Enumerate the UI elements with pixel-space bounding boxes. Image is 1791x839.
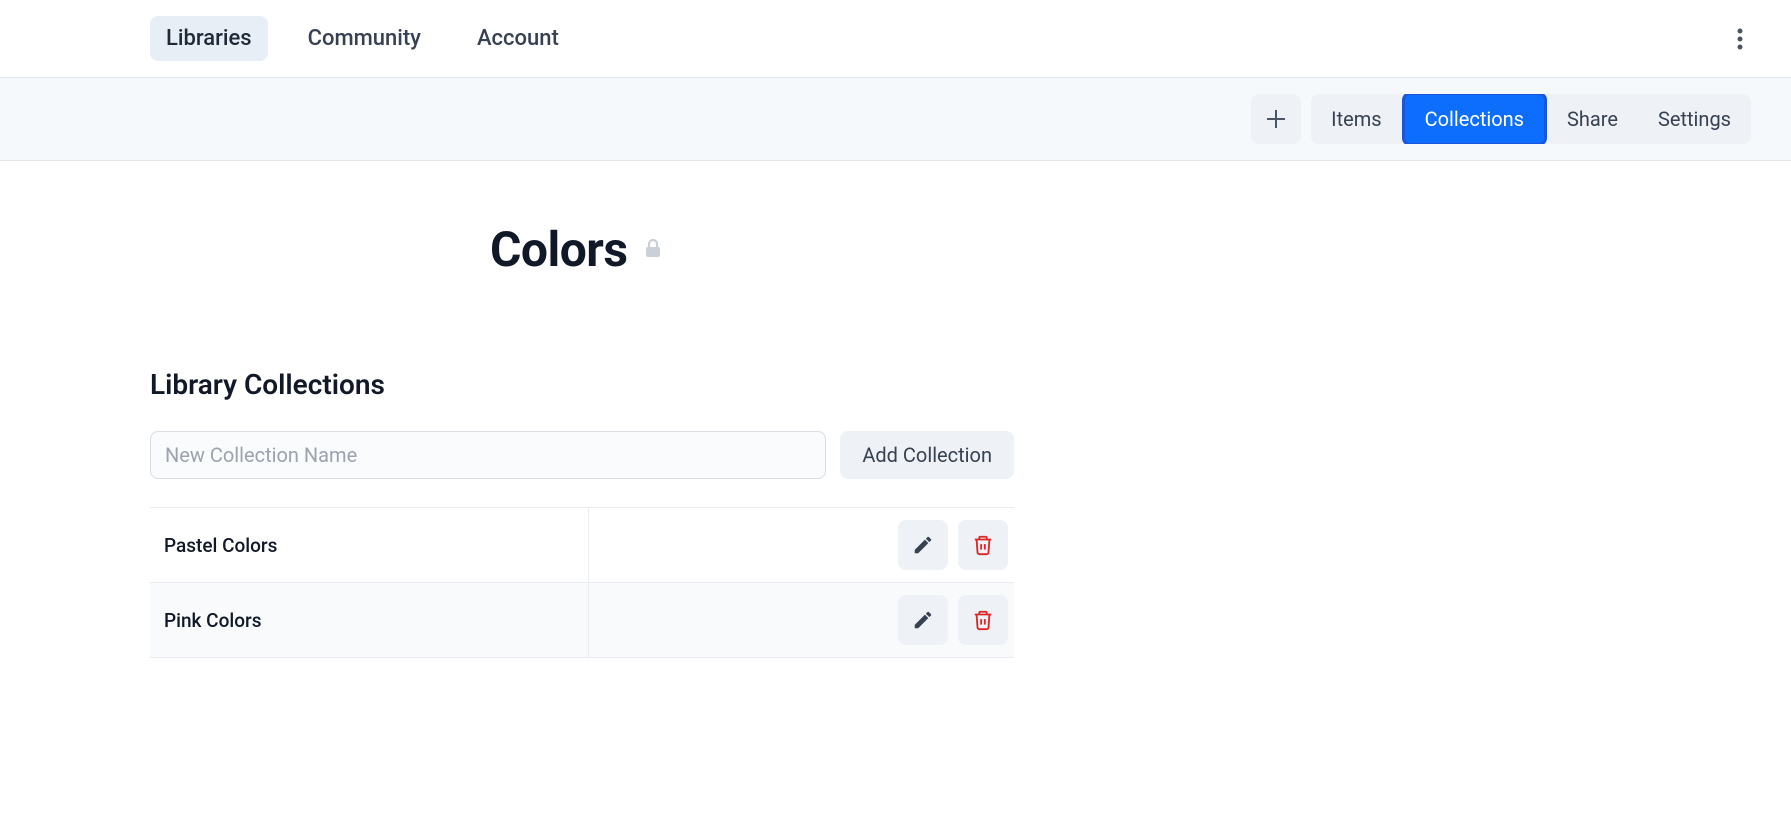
delete-collection-button[interactable] xyxy=(958,520,1008,570)
tab-settings[interactable]: Settings xyxy=(1638,95,1751,143)
row-actions xyxy=(898,520,1008,570)
add-collection-row: Add Collection xyxy=(150,431,1014,479)
tab-group: Items Collections Share Settings xyxy=(1311,94,1751,144)
nav-community[interactable]: Community xyxy=(292,16,437,61)
collection-name-label: Pastel Colors xyxy=(164,534,277,557)
add-item-button[interactable] xyxy=(1251,94,1301,144)
edit-collection-button[interactable] xyxy=(898,595,948,645)
edit-collection-button[interactable] xyxy=(898,520,948,570)
trash-icon xyxy=(972,533,994,557)
more-menu-button[interactable] xyxy=(1729,19,1751,59)
page-title: Colors xyxy=(490,221,628,278)
lock-icon xyxy=(644,238,662,262)
pencil-icon xyxy=(912,534,934,556)
sub-toolbar: Items Collections Share Settings xyxy=(0,78,1791,161)
collection-row: Pastel Colors xyxy=(150,507,1014,582)
tab-share[interactable]: Share xyxy=(1547,95,1638,143)
page-title-row: Colors xyxy=(490,221,1641,278)
row-actions xyxy=(898,595,1008,645)
delete-collection-button[interactable] xyxy=(958,595,1008,645)
collection-row: Pink Colors xyxy=(150,582,1014,658)
page-content: Colors Library Collections Add Collectio… xyxy=(0,161,1791,718)
dots-vertical-icon xyxy=(1737,27,1743,51)
plus-icon xyxy=(1264,107,1288,131)
nav-right xyxy=(1729,19,1751,59)
section-title: Library Collections xyxy=(150,368,1641,401)
collection-name-input[interactable] xyxy=(150,431,826,479)
nav-left: Libraries Community Account xyxy=(150,16,575,61)
nav-account[interactable]: Account xyxy=(461,16,575,61)
tab-collections[interactable]: Collections xyxy=(1402,94,1547,144)
trash-icon xyxy=(972,608,994,632)
top-nav: Libraries Community Account xyxy=(0,0,1791,78)
add-collection-button[interactable]: Add Collection xyxy=(840,431,1014,479)
pencil-icon xyxy=(912,609,934,631)
collection-name-label: Pink Colors xyxy=(164,609,261,632)
tab-items[interactable]: Items xyxy=(1311,95,1401,143)
collection-list: Pastel Colors xyxy=(150,507,1014,658)
nav-libraries[interactable]: Libraries xyxy=(150,16,268,61)
